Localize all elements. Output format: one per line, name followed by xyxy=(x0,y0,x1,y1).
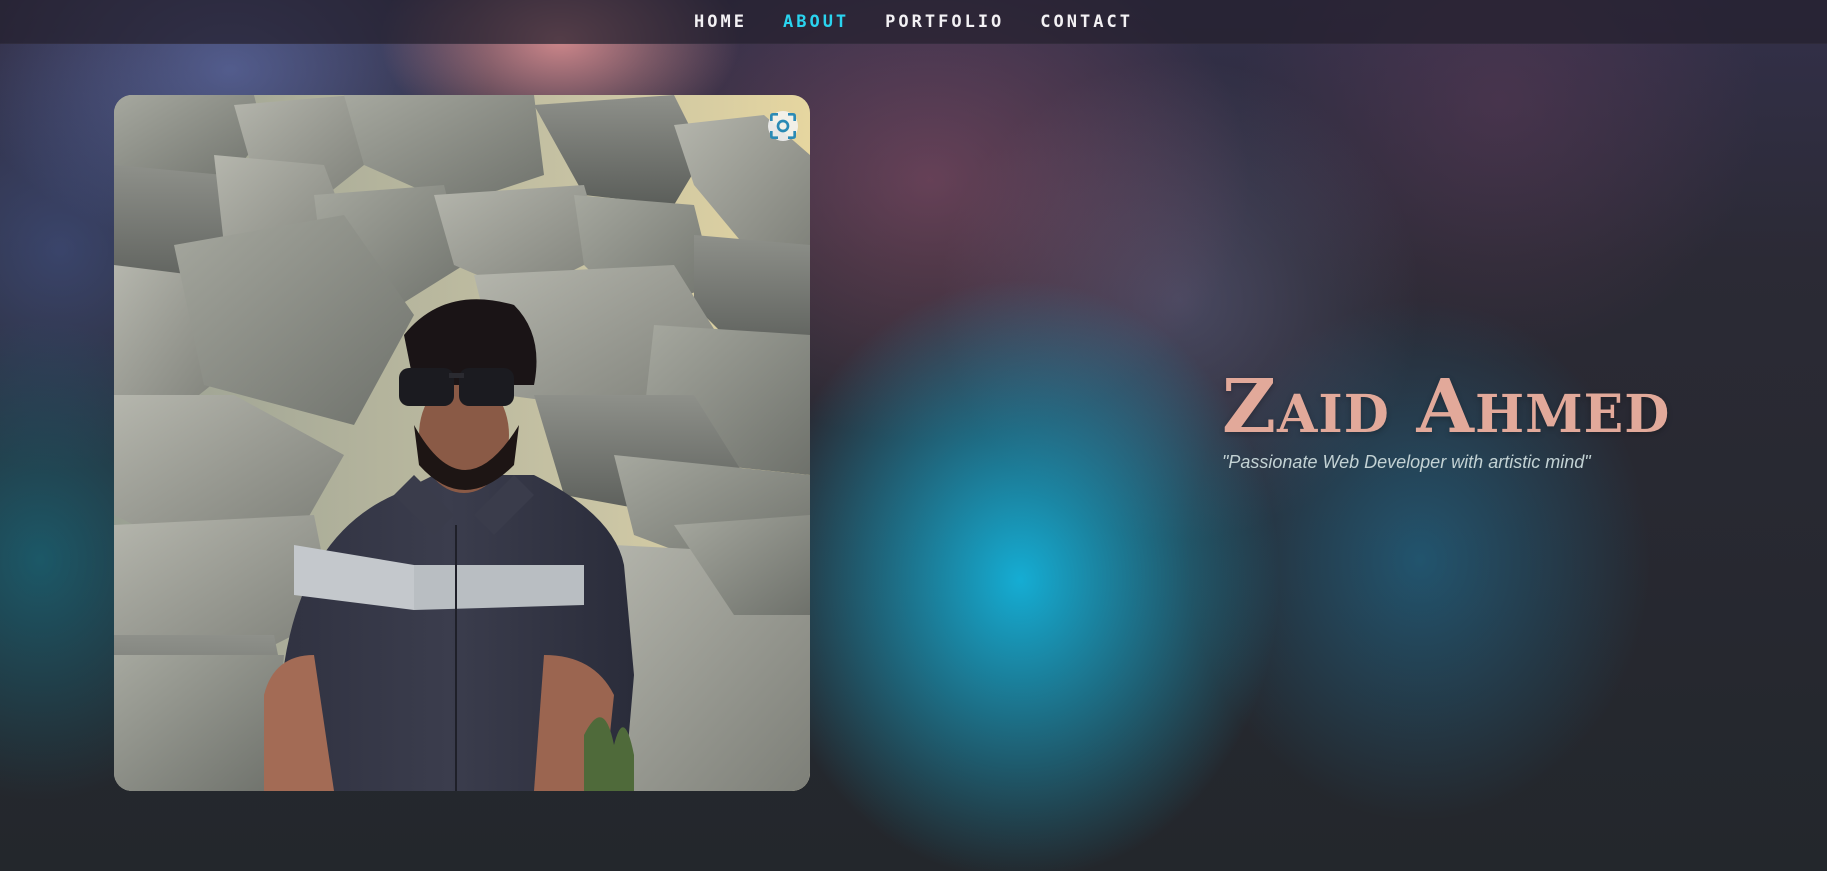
top-navbar: HOME ABOUT PORTFOLIO CONTACT xyxy=(0,0,1827,44)
hero-tagline: "Passionate Web Developer with artistic … xyxy=(1222,452,1591,472)
nav-about-link[interactable]: ABOUT xyxy=(783,12,849,32)
nav-portfolio-link[interactable]: PORTFOLIO xyxy=(885,12,1004,32)
profile-photo-illustration xyxy=(114,95,810,791)
profile-photo xyxy=(114,95,810,791)
nav-contact-link[interactable]: CONTACT xyxy=(1040,12,1133,32)
nav-home-link[interactable]: HOME xyxy=(694,12,747,32)
lens-scan-icon[interactable] xyxy=(768,111,798,141)
hero-name-heading: Zaid Ahmed xyxy=(1222,364,1671,450)
hero-section: Zaid Ahmed "Passionate Web Developer wit… xyxy=(1222,370,1782,473)
